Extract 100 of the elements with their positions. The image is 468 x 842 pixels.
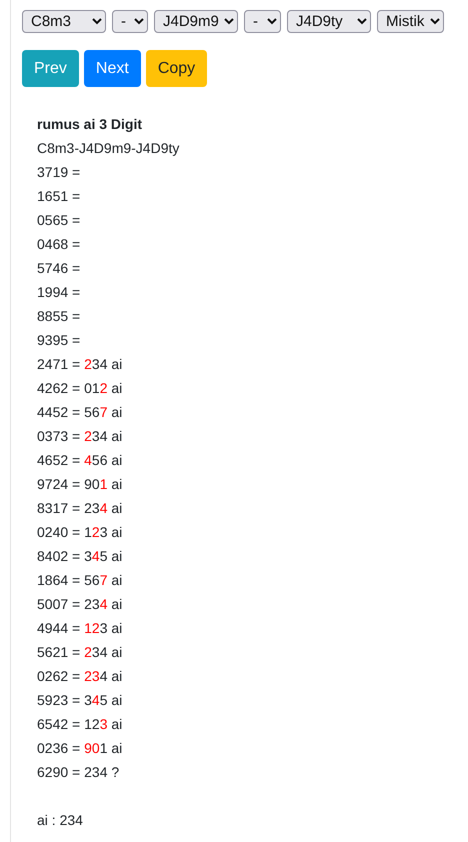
formula-text: C8m3-J4D9m9-J4D9ty (37, 139, 180, 158)
number-text: 1994 = (37, 284, 80, 300)
suffix-text: ai (111, 572, 122, 588)
number-text: 9395 = (37, 332, 80, 348)
digit-text: 2 (100, 380, 108, 396)
suffix-text: ai (111, 428, 122, 444)
digit-text: 2 (84, 644, 92, 660)
suffix-text: ai (111, 524, 122, 540)
digit-text: 2 (84, 596, 92, 612)
digit-text: 2 (92, 716, 100, 732)
digit-text: 4 (100, 356, 108, 372)
number-text: 0468 = (37, 236, 80, 252)
digit-text: 5 (84, 572, 92, 588)
suffix-text: ai (111, 692, 122, 708)
digit-text: 1 (100, 740, 108, 756)
digit-text: 3 (84, 692, 92, 708)
number-text: 3719 = (37, 164, 80, 180)
digit-text: 4 (100, 644, 108, 660)
digit-text: 6 (100, 452, 108, 468)
digit-text: 3 (92, 356, 100, 372)
section-title: rumus ai 3 Digit (37, 115, 144, 134)
digit-text: 2 (84, 356, 92, 372)
digit-text: 3 (92, 500, 100, 516)
digit-text: 4 (84, 452, 92, 468)
suffix-text: ai (111, 500, 122, 516)
digit-text: 3 (92, 668, 100, 684)
number-text: 5621 = (37, 644, 80, 660)
digit-text: 3 (84, 548, 92, 564)
next-button[interactable]: Next (84, 50, 141, 87)
digit-text: 3 (92, 764, 100, 780)
number-text: 5007 = (37, 596, 80, 612)
suffix-text: ai (111, 668, 122, 684)
number-text: 0373 = (37, 428, 80, 444)
digit-text: 3 (92, 596, 100, 612)
digit-text: 1 (84, 524, 92, 540)
digit-text: 4 (100, 668, 108, 684)
number-text: 4944 = (37, 620, 80, 636)
digit-text: 1 (84, 716, 92, 732)
digit-text: 7 (100, 572, 108, 588)
number-text: 9724 = (37, 476, 80, 492)
suffix-text: ai (111, 620, 122, 636)
suffix-text: ai (111, 716, 122, 732)
digit-text: 2 (84, 500, 92, 516)
digit-text: 5 (92, 452, 100, 468)
digit-text: 1 (100, 476, 108, 492)
digit-text: 4 (100, 428, 108, 444)
dropdown-select[interactable]: J4D9ty (287, 10, 371, 33)
digit-text: 9 (84, 740, 92, 756)
digit-text: 0 (84, 380, 92, 396)
digit-text: 2 (92, 524, 100, 540)
digit-text: 4 (92, 692, 100, 708)
digit-text: 4 (100, 764, 108, 780)
digit-text: 6 (92, 404, 100, 420)
digit-text: 9 (84, 476, 92, 492)
number-text: 4652 = (37, 452, 80, 468)
digit-text: 3 (92, 428, 100, 444)
digit-text: 5 (100, 548, 108, 564)
number-text: 8317 = (37, 500, 80, 516)
digit-text: 3 (100, 524, 108, 540)
digit-text: 3 (92, 644, 100, 660)
digit-text: 1 (84, 620, 92, 636)
dropdown-select[interactable]: - (112, 10, 148, 33)
number-text: 1651 = (37, 188, 80, 204)
digit-text: 2 (84, 428, 92, 444)
number-text: 6542 = (37, 716, 80, 732)
number-text: 2471 = (37, 356, 80, 372)
number-text: 0236 = (37, 740, 80, 756)
copy-button[interactable]: Copy (146, 50, 208, 87)
digit-text: 3 (100, 620, 108, 636)
digit-text: 0 (92, 740, 100, 756)
digit-text: 4 (100, 596, 108, 612)
suffix-text: ai (111, 356, 122, 372)
number-text: 8402 = (37, 548, 80, 564)
dropdown-select[interactable]: - (244, 10, 281, 33)
result-text: ai : 234 (37, 811, 84, 830)
dropdown-select[interactable]: Mistik (377, 10, 444, 33)
suffix-text: ? (111, 764, 120, 780)
number-text: 5923 = (37, 692, 80, 708)
number-text: 4452 = (37, 404, 80, 420)
number-text: 0240 = (37, 524, 80, 540)
number-text: 1864 = (37, 572, 80, 588)
suffix-text: ai (111, 476, 122, 492)
suffix-text: ai (111, 644, 122, 660)
digit-text: 0 (92, 476, 100, 492)
number-text: 8855 = (37, 308, 80, 324)
digit-text: 4 (92, 548, 100, 564)
suffix-text: ai (111, 404, 122, 420)
dropdown-select[interactable]: J4D9m9 (154, 10, 238, 33)
digit-text: 5 (84, 404, 92, 420)
number-text: 6290 = (37, 764, 80, 780)
number-text: 0565 = (37, 212, 80, 228)
suffix-text: ai (111, 740, 122, 756)
number-text: 5746 = (37, 260, 80, 276)
suffix-text: ai (111, 452, 122, 468)
digit-text: 7 (100, 404, 108, 420)
digit-text: 4 (100, 500, 108, 516)
digit-text: 5 (100, 692, 108, 708)
dropdown-select[interactable]: C8m3 (22, 10, 106, 33)
number-text: 0262 = (37, 668, 80, 684)
digit-text: 3 (100, 716, 108, 732)
